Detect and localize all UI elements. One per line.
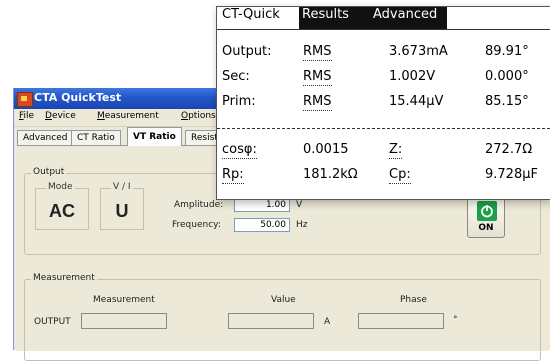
- result-label-rp[interactable]: Rp:: [222, 167, 244, 184]
- measurement-group: Measurement Measurement Value Phase OUTP…: [24, 273, 541, 361]
- result-type-sec[interactable]: RMS: [303, 69, 332, 86]
- result-type-prim[interactable]: RMS: [303, 94, 332, 111]
- popup-tab-row: CT-Quick Results Advanced: [217, 7, 550, 29]
- amplitude-label: Amplitude:: [174, 200, 224, 210]
- app-icon: [17, 92, 33, 107]
- power-icon: [477, 201, 497, 221]
- mode-value: AC: [49, 201, 75, 221]
- vi-value: U: [115, 201, 129, 221]
- menu-measurement[interactable]: Measurement: [97, 111, 159, 121]
- result-value-cosphi: 0.0015: [303, 142, 349, 157]
- result-phase-sec: 0.000°: [485, 69, 529, 84]
- result-value-rp: 181.2kΩ: [303, 167, 358, 182]
- vi-box[interactable]: V / I U: [100, 182, 144, 230]
- measurement-group-label: Measurement: [31, 273, 97, 283]
- result-value-prim: 15.44µV: [389, 94, 444, 109]
- result-label-prim: Prim:: [222, 94, 256, 109]
- result-label-output: Output:: [222, 44, 272, 59]
- tab-advanced[interactable]: Advanced: [17, 130, 74, 145]
- on-button[interactable]: ON: [467, 196, 505, 238]
- on-button-label: ON: [478, 223, 494, 233]
- popup-dashed-divider: [217, 128, 550, 129]
- value-unit: A: [324, 317, 331, 327]
- mode-box[interactable]: Mode AC: [35, 182, 89, 230]
- result-value-cp: 9.728µF: [485, 167, 538, 182]
- result-value-sec: 1.002V: [389, 69, 436, 84]
- mode-label: Mode: [46, 182, 75, 192]
- menu-device[interactable]: Device: [45, 111, 76, 121]
- vi-label: V / I: [111, 182, 133, 192]
- popup-tab-ct-quick[interactable]: CT-Quick: [222, 7, 280, 29]
- result-phase-output: 89.91°: [485, 44, 529, 59]
- output-group-label: Output: [31, 167, 67, 177]
- result-value-output: 3.673mA: [389, 44, 448, 59]
- tab-ct-ratio[interactable]: CT Ratio: [71, 130, 121, 145]
- frequency-input[interactable]: 50.00: [234, 218, 290, 232]
- measurement-column-header: Measurement: [93, 295, 155, 305]
- value-column-header: Value: [271, 295, 296, 305]
- popup-tab-results[interactable]: Results: [302, 7, 349, 29]
- frequency-label: Frequency:: [172, 220, 221, 230]
- popup-divider: [217, 29, 550, 30]
- results-popup: CT-Quick Results Advanced Output: RMS 3.…: [216, 6, 550, 200]
- measurement-field: [81, 313, 167, 329]
- output-row-label: OUTPUT: [34, 317, 71, 327]
- phase-field: [358, 313, 444, 329]
- result-label-cosphi[interactable]: cosφ:: [222, 142, 257, 159]
- window-title: CTA QuickTest: [34, 91, 122, 104]
- frequency-unit: Hz: [296, 220, 308, 230]
- phase-unit: °: [453, 315, 458, 325]
- phase-column-header: Phase: [400, 295, 427, 305]
- tab-vt-ratio[interactable]: VT Ratio: [127, 127, 182, 146]
- amplitude-unit: V: [296, 200, 303, 210]
- result-label-cp[interactable]: Cp:: [389, 167, 411, 184]
- value-field: [228, 313, 314, 329]
- menu-options[interactable]: Options: [181, 111, 216, 121]
- menu-file[interactable]: File: [19, 111, 34, 121]
- result-value-z: 272.7Ω: [485, 142, 533, 157]
- amplitude-input[interactable]: 1.00: [234, 198, 290, 212]
- result-type-output[interactable]: RMS: [303, 44, 332, 61]
- result-label-sec: Sec:: [222, 69, 250, 84]
- result-phase-prim: 85.15°: [485, 94, 529, 109]
- popup-tab-advanced[interactable]: Advanced: [373, 7, 437, 29]
- result-label-z[interactable]: Z:: [389, 142, 403, 159]
